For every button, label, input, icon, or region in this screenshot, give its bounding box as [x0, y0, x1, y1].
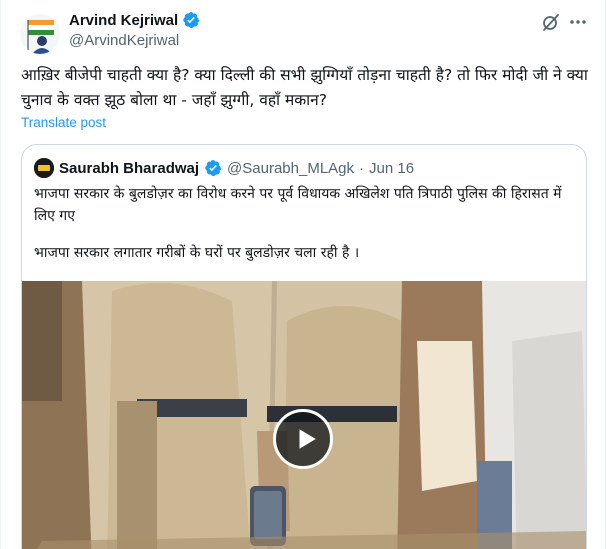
quoted-author-handle: @Saurabh_MLAgk — [227, 159, 355, 177]
quoted-post-date: Jun 16 — [369, 159, 415, 177]
quoted-post-text-1: भाजपा सरकार के बुलडोज़र का विरोध करने पर… — [34, 186, 562, 224]
play-icon — [299, 429, 316, 449]
quoted-post-text-2: भाजपा सरकार लगातार गरीबों के घरों पर बुल… — [34, 245, 360, 261]
author-name[interactable]: Arvind Kejriwal — [69, 12, 178, 29]
quoted-author-name: Saurabh Bharadwaj — [59, 159, 200, 177]
play-button[interactable] — [273, 409, 333, 469]
author-handle[interactable]: @ArvindKejriwal — [69, 32, 179, 49]
author-avatar-image — [20, 14, 60, 54]
post-text: आख़िर बीजेपी चाहती क्या है? क्या दिल्ली … — [21, 66, 588, 109]
grok-icon[interactable] — [540, 11, 562, 33]
quoted-post-header: Saurabh Bharadwaj @Saurabh_MLAgk · Jun 1… — [34, 158, 414, 178]
verified-badge-icon — [204, 159, 222, 177]
more-options-icon[interactable] — [567, 11, 589, 33]
translate-post-link[interactable]: Translate post — [21, 115, 106, 130]
video-thumbnail[interactable] — [22, 281, 586, 549]
quoted-author-avatar — [34, 158, 54, 178]
post-card: Arvind Kejriwal @ArvindKejriwal आख़िर बी… — [0, 0, 606, 549]
author-avatar[interactable] — [20, 14, 60, 54]
verified-badge-icon — [182, 11, 200, 29]
quoted-post[interactable]: Saurabh Bharadwaj @Saurabh_MLAgk · Jun 1… — [21, 144, 587, 549]
quoted-separator: · — [359, 159, 365, 177]
author-name-row: Arvind Kejriwal — [69, 11, 200, 29]
